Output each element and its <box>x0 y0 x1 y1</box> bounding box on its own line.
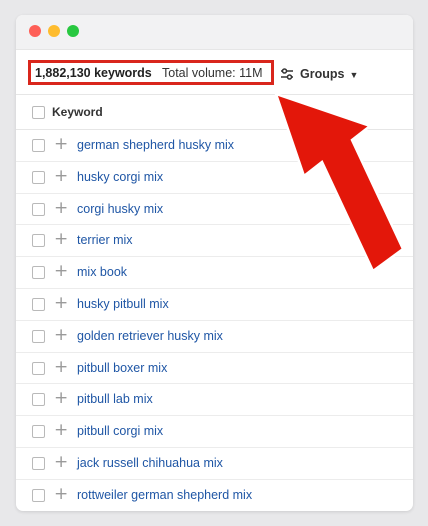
plus-icon[interactable]: + <box>54 453 68 471</box>
table-row: + pitbull corgi mix <box>16 416 413 448</box>
keyword-link[interactable]: german shepherd husky mix <box>77 138 234 152</box>
table-row: + pitbull boxer mix <box>16 353 413 385</box>
app-window: 1,882,130 keywords Total volume: 11M Gro… <box>16 15 413 511</box>
keyword-link[interactable]: pitbull corgi mix <box>77 424 163 438</box>
row-checkbox[interactable] <box>32 488 45 502</box>
table-row: + pitbull lab mix <box>16 384 413 417</box>
keyword-count: 1,882,130 keywords <box>35 66 152 80</box>
table-row: + rottweiler german shepherd mix <box>16 480 413 511</box>
select-all-checkbox[interactable] <box>32 106 45 119</box>
groups-label: Groups <box>300 67 345 81</box>
table-row: + jack russell chihuahua mix <box>16 448 413 480</box>
close-icon[interactable] <box>29 25 41 37</box>
plus-icon[interactable]: + <box>54 294 68 312</box>
row-checkbox[interactable] <box>32 361 45 375</box>
plus-icon[interactable]: + <box>54 326 68 344</box>
plus-icon[interactable]: + <box>54 390 68 407</box>
highlight-box: 1,882,130 keywords Total volume: 11M <box>28 60 274 85</box>
table-row: + terrier mix <box>16 225 413 258</box>
keyword-list: + german shepherd husky mix + husky corg… <box>16 130 413 511</box>
row-checkbox[interactable] <box>32 170 45 184</box>
row-checkbox[interactable] <box>32 139 45 152</box>
groups-button[interactable]: Groups ▼ <box>280 65 358 83</box>
table-row: + golden retriever husky mix <box>16 321 413 353</box>
row-checkbox[interactable] <box>32 234 45 248</box>
keyword-link[interactable]: corgi husky mix <box>77 202 163 216</box>
keyword-link[interactable]: husky pitbull mix <box>77 297 169 311</box>
table-header: Keyword <box>16 95 413 130</box>
total-volume: Total volume: 11M <box>162 66 263 80</box>
chevron-down-icon: ▼ <box>349 69 359 80</box>
keyword-link[interactable]: husky corgi mix <box>77 170 163 184</box>
minimize-icon[interactable] <box>48 25 60 37</box>
row-checkbox[interactable] <box>32 202 45 216</box>
plus-icon[interactable]: + <box>54 358 68 376</box>
keyword-link[interactable]: jack russell chihuahua mix <box>77 456 223 470</box>
plus-icon[interactable]: + <box>54 231 68 248</box>
keyword-column-header[interactable]: Keyword <box>52 105 103 119</box>
keyword-link[interactable]: pitbull boxer mix <box>77 361 167 375</box>
row-checkbox[interactable] <box>32 329 45 343</box>
plus-icon[interactable]: + <box>54 422 68 439</box>
table-row: + husky corgi mix <box>16 162 413 194</box>
keyword-link[interactable]: terrier mix <box>77 233 133 247</box>
summary-bar: 1,882,130 keywords Total volume: 11M Gro… <box>16 50 413 95</box>
row-checkbox[interactable] <box>32 266 45 280</box>
zoom-icon[interactable] <box>67 25 79 37</box>
title-bar <box>16 15 413 50</box>
keyword-link[interactable]: golden retriever husky mix <box>77 329 223 343</box>
sliders-icon <box>281 68 293 80</box>
plus-icon[interactable]: + <box>54 136 68 153</box>
table-row: + corgi husky mix <box>16 194 413 226</box>
keyword-link[interactable]: pitbull lab mix <box>77 392 153 406</box>
plus-icon[interactable]: + <box>54 167 68 185</box>
row-checkbox[interactable] <box>32 456 45 470</box>
keyword-link[interactable]: rottweiler german shepherd mix <box>77 488 252 502</box>
plus-icon[interactable]: + <box>54 263 68 280</box>
table-row: + mix book <box>16 257 413 289</box>
plus-icon[interactable]: + <box>54 485 68 503</box>
table-row: + husky pitbull mix <box>16 289 413 321</box>
row-checkbox[interactable] <box>32 425 45 439</box>
keyword-link[interactable]: mix book <box>77 265 127 279</box>
plus-icon[interactable]: + <box>54 199 68 217</box>
row-checkbox[interactable] <box>32 297 45 311</box>
table-row: + german shepherd husky mix <box>16 130 413 162</box>
row-checkbox[interactable] <box>32 393 45 407</box>
